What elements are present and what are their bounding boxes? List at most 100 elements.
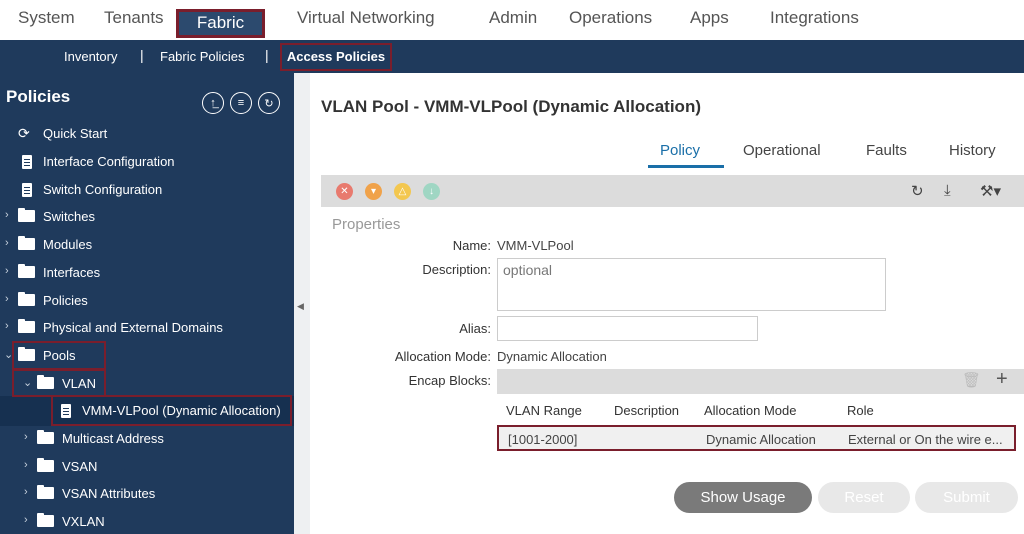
- active-tab-underline: [648, 165, 724, 168]
- chevron-right-icon[interactable]: ›: [24, 431, 28, 443]
- tab-policy[interactable]: Policy: [660, 142, 700, 159]
- tab-apps[interactable]: Apps: [690, 8, 729, 28]
- sidebar-toolbar: ↑̲ ≡ ↻: [202, 92, 280, 114]
- table-row[interactable]: [1001-2000] Dynamic Allocation External …: [497, 425, 1016, 451]
- sidebar-item-modules[interactable]: › Modules: [0, 231, 294, 258]
- alias-field[interactable]: [497, 316, 758, 341]
- sidebar-item-label: Modules: [43, 237, 93, 252]
- chevron-right-icon[interactable]: ›: [5, 293, 9, 305]
- column-header-vlan-range[interactable]: VLAN Range: [506, 403, 582, 418]
- chevron-right-icon[interactable]: ›: [5, 209, 9, 221]
- refresh-icon[interactable]: ↻: [258, 92, 280, 114]
- collapse-arrow-icon: ◀: [297, 301, 304, 311]
- sidebar-item-label: Physical and External Domains: [43, 320, 223, 335]
- encap-blocks-toolbar: 🗑 +: [497, 368, 1024, 394]
- folder-icon: [37, 430, 54, 444]
- folder-icon: [18, 264, 35, 278]
- folder-icon: [37, 485, 54, 499]
- sidebar-item-quick-start[interactable]: ⟳ Quick Start: [0, 120, 294, 147]
- sidebar: Policies ↑̲ ≡ ↻ ⟳ Quick Start Interface …: [0, 73, 294, 534]
- chevron-right-icon[interactable]: ›: [24, 459, 28, 471]
- quick-start-icon: ⟳: [18, 125, 30, 141]
- sidebar-item-label: VXLAN: [62, 514, 105, 529]
- sidebar-item-vsan[interactable]: › VSAN: [0, 453, 294, 480]
- sub-nav: Inventory | Fabric Policies | Access Pol…: [0, 40, 1024, 73]
- sidebar-item-switch-configuration[interactable]: Switch Configuration: [0, 176, 294, 203]
- document-icon: [22, 183, 32, 197]
- subnav-access-policies[interactable]: Access Policies: [280, 43, 392, 71]
- sidebar-item-interface-configuration[interactable]: Interface Configuration: [0, 148, 294, 175]
- tab-virtual-networking[interactable]: Virtual Networking: [297, 8, 435, 28]
- tab-admin[interactable]: Admin: [489, 8, 537, 28]
- list-icon[interactable]: ≡: [230, 92, 252, 114]
- folder-icon: [18, 319, 35, 333]
- cell-vlan-range: [1001-2000]: [508, 432, 578, 447]
- highlight-pools: [12, 341, 106, 370]
- sidebar-collapse-handle[interactable]: ◀: [294, 73, 310, 534]
- description-field[interactable]: optional: [497, 258, 886, 311]
- chevron-right-icon[interactable]: ›: [5, 237, 9, 249]
- highlight-vmm-vlpool: [51, 395, 292, 426]
- cell-role: External or On the wire e...: [848, 432, 1003, 447]
- properties-heading: Properties: [332, 216, 401, 233]
- sidebar-item-multicast-address[interactable]: › Multicast Address: [0, 425, 294, 452]
- add-icon[interactable]: +: [996, 368, 1008, 391]
- sidebar-item-label: Interfaces: [43, 265, 101, 280]
- name-value: VMM-VLPool: [497, 238, 574, 253]
- sidebar-item-label: VSAN: [62, 459, 98, 474]
- tab-operations[interactable]: Operations: [569, 8, 652, 28]
- major-fault-icon[interactable]: ▾: [365, 183, 382, 200]
- sidebar-item-policies[interactable]: › Policies: [0, 287, 294, 314]
- alias-label: Alias:: [459, 321, 491, 336]
- column-header-description[interactable]: Description: [614, 403, 679, 418]
- refresh-icon[interactable]: ↻: [911, 182, 924, 200]
- column-header-allocation-mode[interactable]: Allocation Mode: [704, 403, 797, 418]
- chevron-right-icon[interactable]: ›: [5, 320, 9, 332]
- critical-fault-icon[interactable]: ✕: [336, 183, 353, 200]
- tab-integrations[interactable]: Integrations: [770, 8, 859, 28]
- tools-icon[interactable]: ⚒▾: [980, 182, 1001, 200]
- folder-icon: [37, 458, 54, 472]
- warning-fault-icon[interactable]: ↓: [423, 183, 440, 200]
- subnav-separator: |: [265, 47, 269, 63]
- sidebar-item-label: VSAN Attributes: [62, 486, 156, 501]
- cell-allocation-mode: Dynamic Allocation: [706, 432, 816, 447]
- tab-history[interactable]: History: [949, 142, 996, 159]
- encap-blocks-label: Encap Blocks:: [408, 373, 491, 388]
- sidebar-item-interfaces[interactable]: › Interfaces: [0, 259, 294, 286]
- subnav-inventory[interactable]: Inventory: [64, 49, 117, 64]
- sidebar-item-label: Switch Configuration: [43, 182, 163, 197]
- sidebar-item-label: Interface Configuration: [43, 154, 175, 169]
- highlight-vlan: [12, 369, 106, 397]
- tab-fabric[interactable]: Fabric: [176, 9, 265, 38]
- show-usage-button[interactable]: Show Usage: [674, 482, 812, 513]
- expand-icon[interactable]: ↑̲: [202, 92, 224, 114]
- sidebar-item-vxlan[interactable]: › VXLAN: [0, 508, 294, 534]
- sidebar-title: Policies: [6, 87, 71, 106]
- submit-button[interactable]: Submit: [915, 482, 1018, 513]
- tab-system[interactable]: System: [18, 8, 75, 28]
- tab-tenants[interactable]: Tenants: [104, 8, 164, 28]
- reset-button[interactable]: Reset: [818, 482, 910, 513]
- fault-toolbar: ✕ ▾ △ ↓ ↻ ⤓ ⚒▾: [321, 175, 1024, 207]
- sidebar-item-vsan-attributes[interactable]: › VSAN Attributes: [0, 480, 294, 507]
- subnav-fabric-policies[interactable]: Fabric Policies: [160, 49, 245, 64]
- minor-fault-icon[interactable]: △: [394, 183, 411, 200]
- folder-icon: [18, 208, 35, 222]
- column-header-role[interactable]: Role: [847, 403, 874, 418]
- chevron-right-icon[interactable]: ›: [24, 486, 28, 498]
- top-nav: System Tenants Fabric Virtual Networking…: [0, 0, 1024, 40]
- chevron-right-icon[interactable]: ›: [24, 514, 28, 526]
- delete-icon[interactable]: 🗑: [962, 371, 981, 389]
- app-window: System Tenants Fabric Virtual Networking…: [0, 0, 1024, 534]
- download-icon[interactable]: ⤓: [944, 182, 951, 199]
- sidebar-item-label: Quick Start: [43, 126, 108, 141]
- name-label: Name:: [452, 238, 491, 253]
- allocation-mode-value: Dynamic Allocation: [497, 349, 607, 364]
- tab-operational[interactable]: Operational: [743, 142, 821, 159]
- tab-faults[interactable]: Faults: [866, 142, 907, 159]
- sidebar-item-label: Switches: [43, 209, 96, 224]
- sidebar-item-physical-external-domains[interactable]: › Physical and External Domains: [0, 314, 294, 341]
- chevron-right-icon[interactable]: ›: [5, 265, 9, 277]
- sidebar-item-switches[interactable]: › Switches: [0, 203, 294, 230]
